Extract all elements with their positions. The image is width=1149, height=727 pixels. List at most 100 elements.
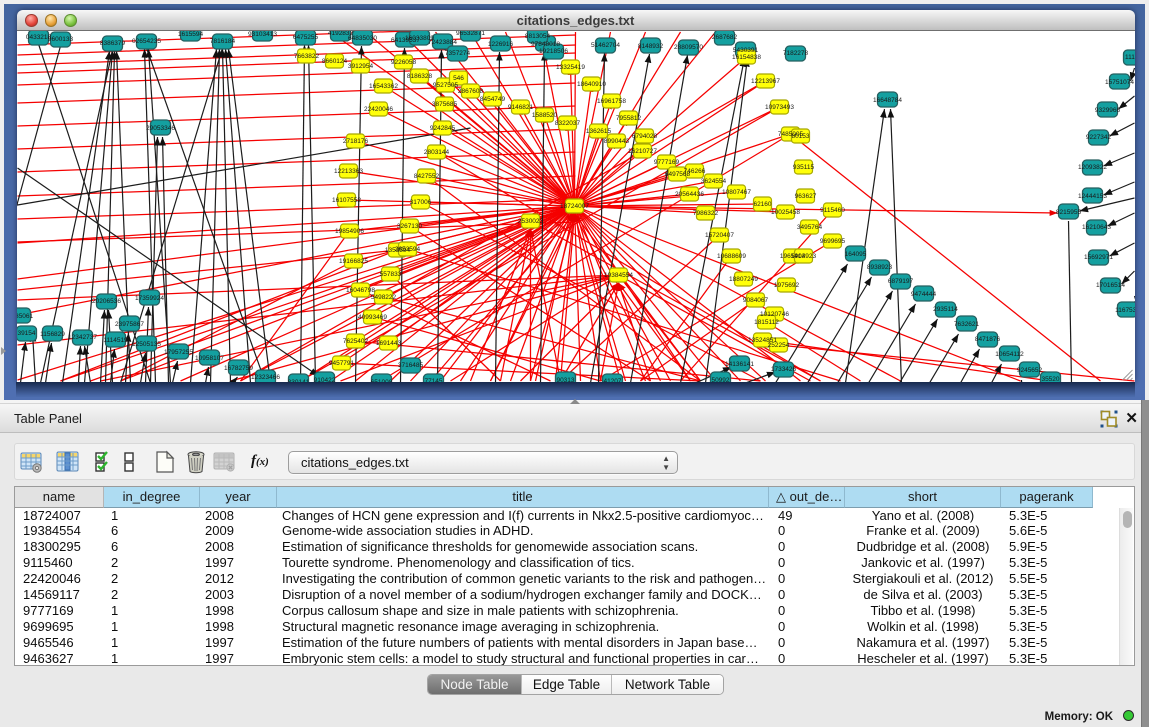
svg-text:9146821: 9146821 [507, 104, 533, 111]
svg-text:7357274: 7357274 [444, 50, 470, 57]
svg-text:16782759: 16782759 [224, 365, 253, 372]
svg-text:9245652: 9245652 [1016, 367, 1042, 374]
svg-text:252254: 252254 [767, 342, 789, 349]
svg-text:1114519: 1114519 [103, 337, 128, 344]
svg-text:1362615: 1362615 [585, 128, 611, 135]
svg-text:10688609: 10688609 [717, 253, 746, 260]
svg-text:557833: 557833 [379, 271, 401, 278]
svg-text:1226916: 1226916 [487, 41, 513, 48]
svg-text:12093822: 12093822 [1078, 164, 1107, 171]
svg-text:16961758: 16961758 [597, 98, 626, 105]
svg-text:15720407: 15720407 [705, 232, 734, 239]
svg-text:51462704: 51462704 [591, 42, 620, 49]
svg-text:16033809: 16033809 [405, 35, 434, 42]
svg-text:7816184: 7816184 [209, 38, 235, 45]
svg-text:19854906: 19854906 [335, 228, 364, 235]
svg-text:18724007: 18724007 [560, 203, 589, 210]
svg-text:3267130: 3267130 [396, 223, 422, 230]
svg-text:1733426: 1733426 [770, 366, 796, 373]
svg-text:80153: 80153 [791, 133, 809, 140]
svg-text:317006: 317006 [409, 199, 431, 206]
svg-text:16046798: 16046798 [346, 287, 375, 294]
svg-text:5498222: 5498222 [370, 294, 396, 301]
svg-text:9457791: 9457791 [328, 360, 354, 367]
svg-text:14136141: 14136141 [725, 361, 754, 368]
svg-text:2935114: 2935114 [933, 306, 958, 313]
svg-text:19218506: 19218506 [539, 48, 568, 55]
svg-text:8938923: 8938923 [866, 264, 892, 271]
svg-text:29053346: 29053346 [146, 125, 175, 132]
svg-text:96532871: 96532871 [456, 31, 485, 37]
svg-text:9600133: 9600133 [47, 36, 73, 43]
svg-text:8215955: 8215955 [1055, 209, 1081, 216]
svg-text:8471876: 8471876 [974, 336, 1000, 343]
svg-text:6879197: 6879197 [887, 278, 913, 285]
svg-text:13325419: 13325419 [556, 64, 585, 71]
svg-text:20206536: 20206536 [92, 298, 121, 305]
svg-text:2803144: 2803144 [423, 149, 449, 156]
svg-text:546: 546 [453, 75, 464, 82]
svg-text:8386379: 8386379 [99, 40, 125, 47]
svg-text:11120: 11120 [1124, 54, 1134, 61]
svg-text:16210643: 16210643 [1082, 224, 1111, 231]
svg-text:10958107: 10958107 [195, 355, 224, 362]
svg-text:1835061: 1835061 [17, 313, 34, 320]
svg-text:97848018: 97848018 [531, 41, 560, 48]
svg-text:10025458: 10025458 [771, 209, 800, 216]
svg-text:7632621: 7632621 [953, 321, 979, 328]
svg-text:16543362: 16543362 [369, 83, 398, 90]
svg-text:10120746: 10120746 [760, 311, 789, 318]
svg-text:9227342: 9227342 [1085, 134, 1111, 141]
svg-text:2653594: 2653594 [394, 246, 420, 253]
svg-text:7955812: 7955812 [615, 115, 641, 122]
svg-text:17359924: 17359924 [135, 295, 164, 302]
svg-text:7182278: 7182278 [782, 50, 808, 57]
svg-text:9084067: 9084067 [742, 297, 768, 304]
svg-text:93103413: 93103413 [248, 31, 277, 38]
svg-text:12505135: 12505135 [132, 341, 161, 348]
svg-text:7625402: 7625402 [342, 338, 368, 345]
svg-text:12213967: 12213967 [751, 78, 780, 85]
svg-text:935115: 935115 [792, 164, 814, 171]
svg-text:9474444: 9474444 [910, 291, 936, 298]
svg-text:20564436: 20564436 [675, 191, 704, 198]
svg-text:6794028: 6794028 [631, 133, 657, 140]
svg-text:17016514: 17016514 [1096, 282, 1125, 289]
svg-text:10654112: 10654112 [995, 351, 1024, 358]
svg-text:18807249: 18807249 [729, 276, 758, 283]
svg-text:5430391: 5430391 [732, 47, 758, 54]
svg-text:62160: 62160 [753, 201, 771, 208]
svg-text:15751074: 15751074 [1105, 79, 1134, 86]
svg-text:16210727: 16210727 [628, 148, 657, 155]
svg-text:19166825: 19166825 [339, 258, 368, 265]
svg-text:22420046: 22420046 [364, 106, 393, 113]
svg-text:6475255: 6475255 [292, 34, 318, 41]
svg-text:3912954: 3912954 [347, 63, 373, 70]
svg-text:12323466: 12323466 [251, 374, 280, 381]
svg-text:1975692: 1975692 [773, 282, 799, 289]
svg-text:02654235: 02654235 [132, 38, 161, 45]
svg-text:64835030: 64835030 [348, 35, 377, 42]
svg-text:8148932: 8148932 [637, 43, 663, 50]
svg-text:8186328: 8186328 [406, 73, 432, 80]
svg-text:9699695: 9699695 [819, 238, 845, 245]
svg-text:3716485: 3716485 [397, 362, 423, 369]
svg-text:10807467: 10807467 [722, 189, 751, 196]
svg-text:23975867: 23975867 [115, 321, 144, 328]
svg-text:164095: 164095 [844, 251, 866, 258]
svg-text:1815112: 1815112 [754, 319, 779, 326]
svg-text:12444153: 12444153 [1078, 193, 1107, 200]
svg-text:3495764: 3495764 [796, 224, 822, 231]
svg-text:9329966: 9329966 [1094, 107, 1120, 114]
svg-text:9242845: 9242845 [429, 125, 455, 132]
svg-text:10973493: 10973493 [765, 104, 794, 111]
svg-text:8454749: 8454749 [479, 96, 505, 103]
svg-text:28809570: 28809570 [674, 44, 703, 51]
svg-text:1691443: 1691443 [375, 340, 401, 347]
svg-text:3624554: 3624554 [700, 178, 726, 185]
svg-text:8660124: 8660124 [321, 58, 347, 65]
svg-text:9527505: 9527505 [432, 82, 458, 89]
svg-text:2687682: 2687682 [711, 34, 737, 41]
svg-text:746266: 746266 [683, 168, 705, 175]
svg-text:9777169: 9777169 [653, 159, 679, 166]
